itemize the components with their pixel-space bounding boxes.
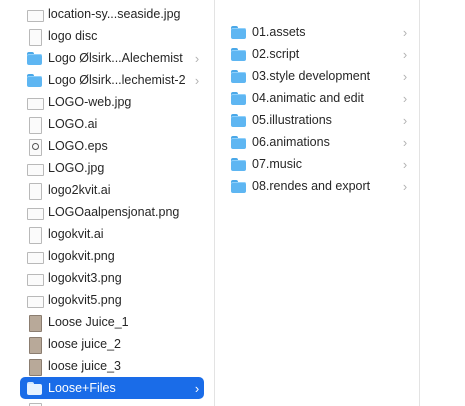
file-row[interactable]: LOGOaalpensjonat.png [20,201,204,223]
chevron-right-icon: › [194,380,200,396]
folder-name: Loose+Files [48,381,116,395]
folder-row-selected[interactable]: Loose+Files › [20,377,204,399]
folder-row[interactable]: 04.animatic and edit › [224,87,412,109]
folder-icon [230,157,247,172]
folder-name: 06.animations [252,135,330,149]
chevron-right-icon: › [402,112,408,128]
file-row[interactable]: location-sy...seaside.jpg [20,3,204,25]
file-name: LOGO.ai [48,117,98,131]
file-row[interactable]: logo2kvit.ai [20,179,204,201]
folder-row[interactable]: 08.rendes and export › [224,175,412,197]
folder-row[interactable]: 05.illustrations › [224,109,412,131]
file-row[interactable]: logokvit.png [20,245,204,267]
file-name: logo disc [48,29,98,43]
document-icon [26,28,43,46]
file-name: LOGOaalpensjonat.png [48,205,180,219]
finder-column-loose-files[interactable]: 01.assets › 02.script › 03.style develop… [215,0,419,406]
file-row[interactable]: Loose Juice_1 [20,311,204,333]
chevron-right-icon: › [402,46,408,62]
file-row[interactable]: logokvit3.png [20,267,204,289]
folder-icon [26,381,43,396]
chevron-right-icon: › [402,178,408,194]
file-name: LOGO.jpg [48,161,105,175]
folder-name: 01.assets [252,25,306,39]
file-name: logokvit.ai [48,227,104,241]
image-file-icon [26,95,44,110]
file-name: logo2kvit.ai [48,183,111,197]
folder-name: 04.animatic and edit [252,91,364,105]
file-row[interactable]: logokvit5.png [20,289,204,311]
file-name: LOGO.eps [48,139,108,153]
folder-row[interactable]: Logo Ølsirk...lechemist-2 › [20,69,204,91]
image-file-icon [26,205,44,220]
folder-icon [230,179,247,194]
chevron-right-icon: › [402,68,408,84]
folder-icon [230,91,247,106]
file-row[interactable]: LOGO.eps [20,135,204,157]
finder-column-parent[interactable]: location-sy...seaside.jpg logo disc Logo… [0,0,214,406]
chevron-right-icon: › [194,50,200,66]
image-thumbnail-icon [26,336,43,354]
file-name: logokvit3.png [48,271,122,285]
chevron-right-icon: › [402,90,408,106]
file-row[interactable] [20,399,204,406]
image-file-icon [26,7,44,22]
folder-row[interactable]: 06.animations › [224,131,412,153]
file-name: logokvit.png [48,249,115,263]
folder-icon [230,135,247,150]
file-name: loose juice_3 [48,359,121,373]
folder-icon [26,73,43,88]
file-row[interactable]: LOGO.ai [20,113,204,135]
image-thumbnail-icon [26,358,43,376]
folder-icon [230,113,247,128]
eps-file-icon [26,138,43,156]
file-row[interactable]: loose juice_3 [20,355,204,377]
file-row[interactable]: loose juice_2 [20,333,204,355]
folder-icon [230,69,247,84]
chevron-right-icon: › [194,72,200,88]
document-icon [26,226,43,244]
chevron-right-icon: › [402,134,408,150]
file-name: Loose Juice_1 [48,315,129,329]
folder-name: Logo Ølsirk...lechemist-2 [48,73,186,87]
file-name: location-sy...seaside.jpg [48,7,181,21]
folder-row[interactable]: Logo Ølsirk...Alechemist › [20,47,204,69]
file-row[interactable]: LOGO-web.jpg [20,91,204,113]
folder-icon [26,51,43,66]
image-file-icon [26,293,44,308]
file-name: LOGO-web.jpg [48,95,132,109]
image-file-icon [26,271,44,286]
folder-name: 03.style development [252,69,371,83]
folder-row[interactable]: 07.music › [224,153,412,175]
image-thumbnail-icon [26,314,43,332]
folder-icon [230,25,247,40]
folder-name: 07.music [252,157,303,171]
document-icon [26,402,43,406]
image-file-icon [26,161,44,176]
file-row[interactable]: LOGO.jpg [20,157,204,179]
folder-name: 02.script [252,47,300,61]
folder-row[interactable]: 01.assets › [224,21,412,43]
folder-row[interactable]: 03.style development › [224,65,412,87]
folder-name: Logo Ølsirk...Alechemist [48,51,183,65]
document-icon [26,116,43,134]
finder-column-empty[interactable] [420,0,465,406]
folder-name: 08.rendes and export [252,179,371,193]
document-icon [26,182,43,200]
file-row[interactable]: logokvit.ai [20,223,204,245]
file-row[interactable]: logo disc [20,25,204,47]
chevron-right-icon: › [402,156,408,172]
file-name: logokvit5.png [48,293,122,307]
image-file-icon [26,249,44,264]
file-name: loose juice_2 [48,337,121,351]
folder-row[interactable]: 02.script › [224,43,412,65]
folder-name: 05.illustrations [252,113,332,127]
folder-icon [230,47,247,62]
chevron-right-icon: › [402,24,408,40]
